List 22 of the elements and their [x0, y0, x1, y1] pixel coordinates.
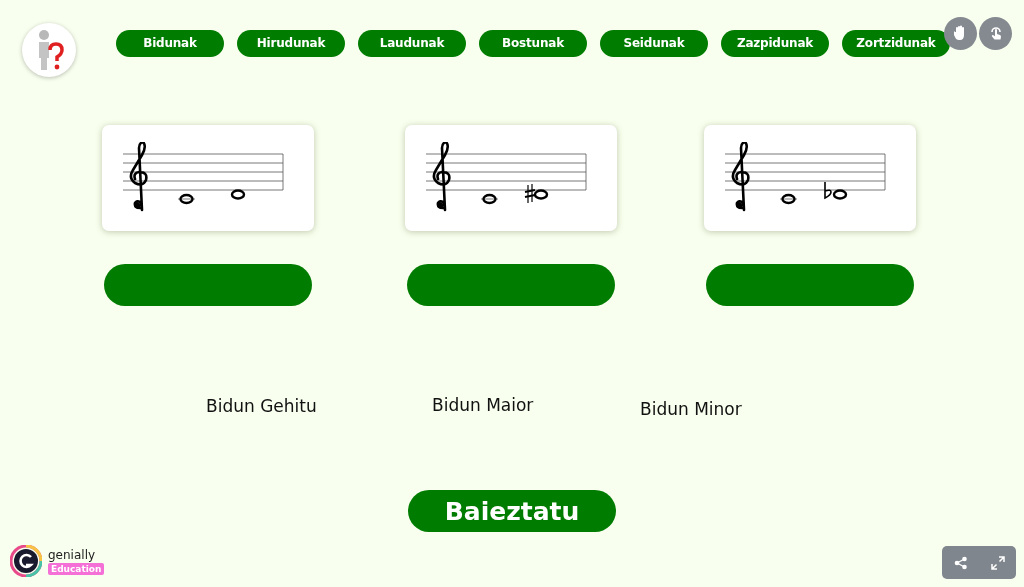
- confirm-button[interactable]: Baieztatu: [408, 490, 616, 532]
- share-icon[interactable]: [953, 555, 968, 570]
- answer-label[interactable]: Bidun Gehitu: [206, 396, 317, 416]
- brand-name: genially: [48, 547, 96, 562]
- tap-icon[interactable]: [979, 16, 1012, 50]
- education-badge: Education: [48, 562, 105, 575]
- nav-button[interactable]: Hirudunak: [237, 29, 345, 57]
- answer-label[interactable]: Bidun Maior: [432, 395, 534, 415]
- help-button[interactable]: [22, 23, 76, 77]
- drop-slot[interactable]: [706, 264, 914, 306]
- nav-button[interactable]: Zortzidunak: [842, 29, 950, 57]
- genially-logo-icon: [10, 545, 42, 577]
- fullscreen-icon[interactable]: [990, 555, 1005, 570]
- hand-icon[interactable]: [944, 16, 977, 50]
- drop-slot[interactable]: [104, 264, 312, 306]
- nav-button[interactable]: Bidunak: [116, 29, 224, 57]
- answer-label[interactable]: Bidun Minor: [640, 399, 742, 419]
- drop-slot[interactable]: [407, 264, 615, 306]
- nav-button[interactable]: Bostunak: [479, 29, 587, 57]
- nav-button[interactable]: Seidunak: [600, 29, 708, 57]
- nav-button[interactable]: Laudunak: [358, 29, 466, 57]
- nav-button[interactable]: Zazpidunak: [721, 29, 829, 57]
